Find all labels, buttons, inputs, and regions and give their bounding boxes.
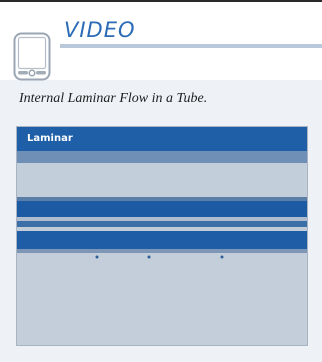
header-band bbox=[60, 44, 322, 48]
video-still[interactable]: Laminar bbox=[16, 126, 308, 346]
laminar-flow-image bbox=[17, 127, 307, 345]
tablet-device-icon bbox=[13, 32, 51, 81]
video-caption: Internal Laminar Flow in a Tube. bbox=[19, 91, 208, 106]
header-title: VIDEO bbox=[64, 18, 136, 42]
video-label: Laminar bbox=[27, 133, 73, 144]
